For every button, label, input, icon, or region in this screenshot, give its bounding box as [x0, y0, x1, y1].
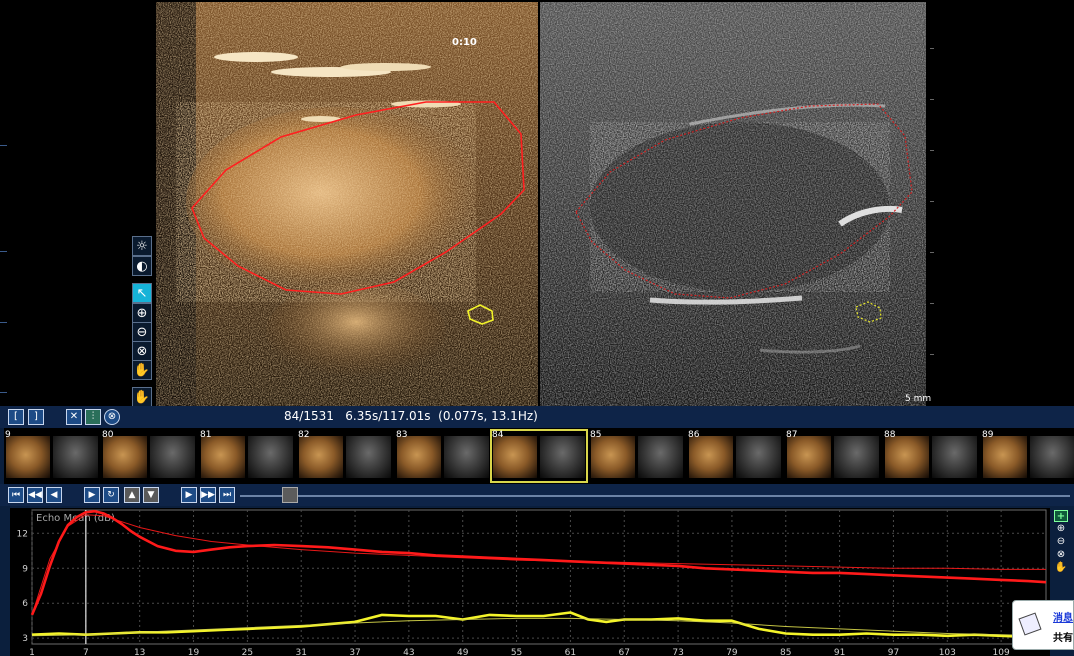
bmode-image	[540, 2, 926, 406]
zoom-in-icon[interactable]: ⊕	[132, 303, 152, 323]
contrast-icon[interactable]: ◐	[132, 256, 152, 276]
thumbnail[interactable]: 87	[785, 430, 881, 482]
x-tick-label: 19	[188, 648, 200, 656]
zoom-out-icon[interactable]: ⊖	[1054, 536, 1068, 548]
fit-curve-1	[31, 514, 1046, 616]
step-back-icon[interactable]: ◀	[46, 487, 62, 503]
timeline-track[interactable]	[240, 495, 1070, 497]
x-tick-label: 91	[834, 648, 845, 656]
depth-ruler	[930, 0, 936, 406]
bmode-image-pane[interactable]	[540, 2, 926, 406]
x-tick-label: 25	[242, 648, 253, 656]
x-tick-label: 85	[780, 648, 791, 656]
imaging-area: 0:10 5 mm ☼ ◐ ↖ ⊕ ⊖ ⊗ ✋ ✋	[0, 0, 1074, 407]
thumbnail[interactable]: 83	[395, 430, 491, 482]
thumbnail[interactable]: 81	[199, 430, 295, 482]
thumbnail-strip: 9 80 81 82 83 84 85 86 87 88 89	[4, 428, 1074, 484]
thumbnail[interactable]: 88	[883, 430, 979, 482]
go-last-icon[interactable]: ⏭	[219, 487, 235, 503]
x-tick-label: 97	[888, 648, 899, 656]
thumbnail[interactable]: 9	[4, 430, 100, 482]
time-intensity-chart[interactable]: 1 7 13 19 25 31 37 43 49 55 61 67 73 79 85 91 97 103 109 3 6…	[10, 508, 1050, 656]
graph-tools: + ⊕ ⊖ ⊗ ✋	[1054, 510, 1070, 575]
popup-text: 共有	[1053, 633, 1073, 644]
frame-info: 84/1531 6.35s/117.01s (0.077s, 13.1Hz)	[284, 409, 538, 423]
speed-up-icon[interactable]: ▲	[124, 487, 140, 503]
zoom-reset-icon[interactable]: ⊗	[132, 341, 152, 361]
x-tick-label: 43	[403, 648, 414, 656]
thumbnail[interactable]: 89	[981, 430, 1074, 482]
x-tick-label: 13	[134, 648, 145, 656]
skip-back-icon[interactable]: ◀◀	[27, 487, 43, 503]
cine-timer: 0:10	[452, 37, 477, 48]
y-tick-label: 3	[22, 634, 28, 644]
left-ruler	[0, 0, 12, 406]
timeline-slider-thumb[interactable]	[282, 487, 298, 503]
brightness-icon[interactable]: ☼	[132, 236, 152, 256]
pan-hand-icon[interactable]: ✋	[132, 360, 152, 380]
delete-frame-button[interactable]: ✕	[66, 409, 82, 425]
zoom-in-icon[interactable]: ⊕	[1054, 523, 1068, 535]
analysis-panel: [ ] ✕ ⫶ ⊗ 84/1531 6.35s/117.01s (0.077s,…	[0, 406, 1074, 656]
x-tick-label: 55	[511, 648, 522, 656]
x-tick-label: 31	[295, 648, 306, 656]
x-tick-label: 61	[565, 648, 576, 656]
speed-down-icon[interactable]: ▼	[143, 487, 159, 503]
zoom-out-icon[interactable]: ⊖	[132, 322, 152, 342]
skip-forward-icon[interactable]: ▶▶	[200, 487, 216, 503]
playback-toolbar: ⏮ ◀◀ ◀ ▶ ↻ ▲ ▼ ▶ ▶▶ ⏭	[0, 484, 1074, 506]
y-tick-label: 9	[22, 564, 28, 574]
remove-roi-button[interactable]: ⊗	[104, 409, 120, 425]
popup-title[interactable]: 消息	[1053, 609, 1073, 624]
x-tick-label: 1	[29, 648, 35, 656]
grab-hand-icon[interactable]: ✋	[132, 387, 152, 407]
x-tick-label: 7	[83, 648, 89, 656]
add-curve-icon[interactable]: +	[1054, 510, 1068, 522]
thumbnail[interactable]: 85	[589, 430, 685, 482]
x-tick-label: 109	[993, 648, 1010, 656]
split-icon[interactable]: ⫶	[85, 409, 101, 425]
contrast-image	[156, 2, 538, 406]
mark-out-button[interactable]: ]	[28, 409, 44, 425]
x-tick-label: 67	[619, 648, 630, 656]
notification-popup[interactable]: 消息 共有	[1012, 600, 1074, 650]
pointer-arrow-icon[interactable]: ↖	[132, 283, 152, 303]
thumbnail[interactable]: 80	[101, 430, 197, 482]
y-tick-label: 12	[17, 529, 28, 539]
play-icon[interactable]: ▶	[84, 487, 100, 503]
play-loop-icon[interactable]: ↻	[103, 487, 119, 503]
zoom-reset-icon[interactable]: ⊗	[1054, 549, 1068, 561]
scale-label: 5 mm	[905, 394, 932, 404]
x-tick-label: 73	[672, 648, 683, 656]
pan-hand-icon[interactable]: ✋	[1054, 562, 1068, 574]
thumbnail-selected[interactable]: 84	[490, 429, 588, 483]
clip-toolbar: [ ] ✕ ⫶ ⊗ 84/1531 6.35s/117.01s (0.077s,…	[0, 406, 1074, 428]
message-icon	[1018, 612, 1042, 636]
step-forward-icon[interactable]: ▶	[181, 487, 197, 503]
x-tick-label: 49	[457, 648, 469, 656]
mark-in-button[interactable]: [	[8, 409, 24, 425]
x-tick-label: 103	[939, 648, 956, 656]
thumbnail[interactable]: 82	[297, 430, 393, 482]
thumbnail[interactable]: 86	[687, 430, 783, 482]
go-first-icon[interactable]: ⏮	[8, 487, 24, 503]
y-tick-label: 6	[22, 599, 28, 609]
x-tick-label: 79	[726, 648, 738, 656]
contrast-image-pane[interactable]	[156, 2, 538, 406]
x-tick-label: 37	[349, 648, 360, 656]
